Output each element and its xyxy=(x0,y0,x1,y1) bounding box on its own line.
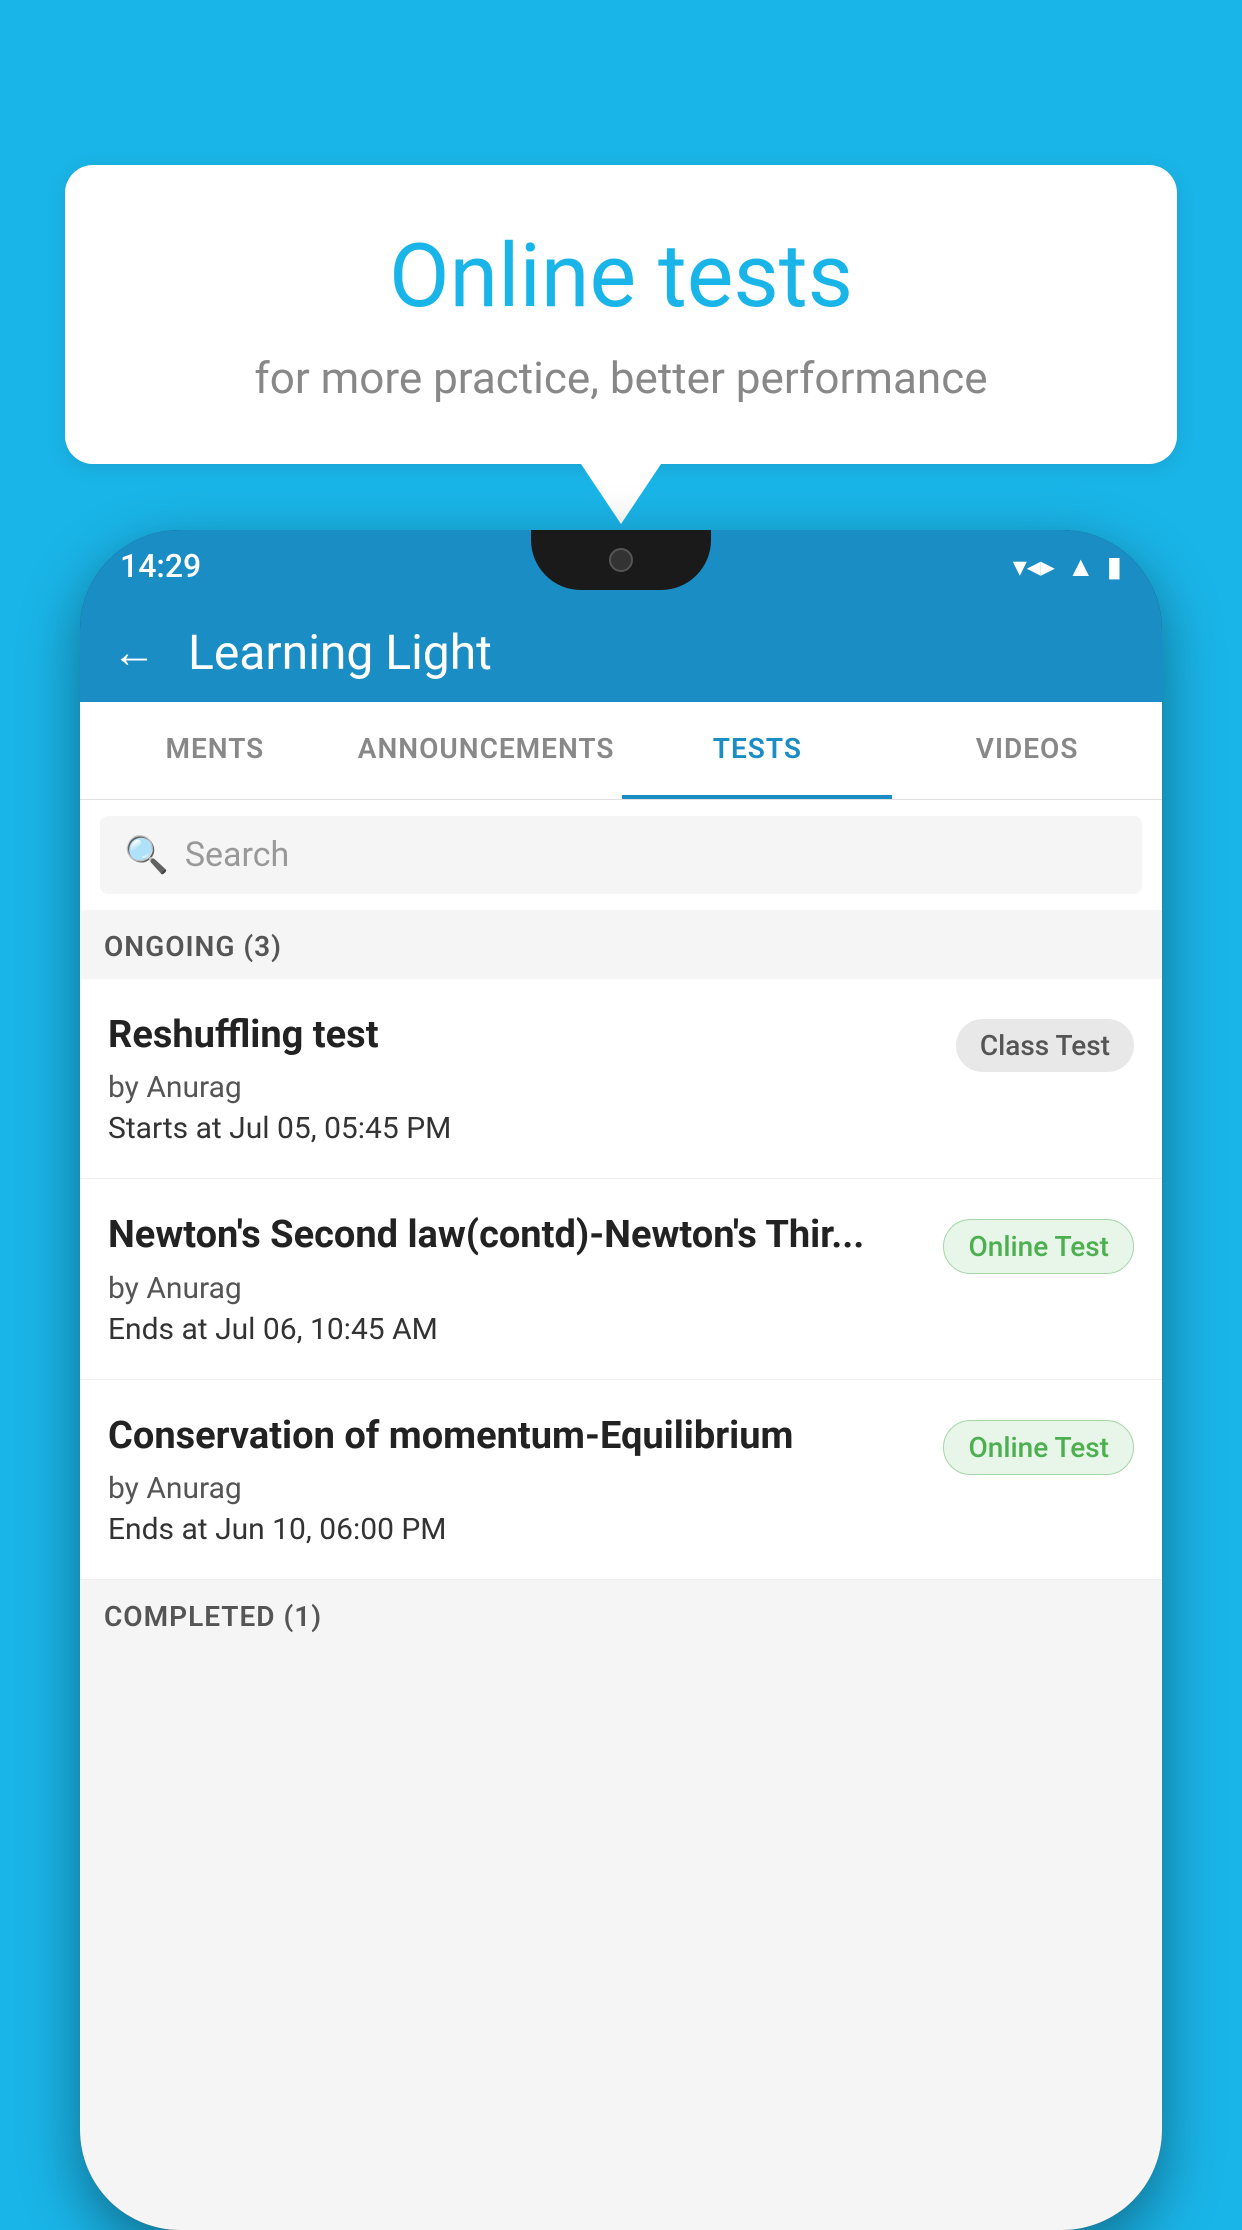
status-icons: ▾◂▸ ▲ ▮ xyxy=(1013,550,1122,583)
tabs-bar: MENTS ANNOUNCEMENTS TESTS VIDEOS xyxy=(80,702,1162,800)
test-item[interactable]: Conservation of momentum-Equilibrium by … xyxy=(80,1380,1162,1580)
front-camera xyxy=(609,548,633,572)
status-time: 14:29 xyxy=(120,547,201,585)
test-badge-class: Class Test xyxy=(956,1019,1134,1072)
test-date-label: Ends at xyxy=(108,1312,208,1347)
test-author: by Anurag xyxy=(108,1070,936,1105)
signal-icon: ▲ xyxy=(1067,550,1095,583)
test-info: Newton's Second law(contd)-Newton's Thir… xyxy=(108,1211,923,1346)
test-name: Conservation of momentum-Equilibrium xyxy=(108,1412,923,1461)
test-info: Conservation of momentum-Equilibrium by … xyxy=(108,1412,923,1547)
speech-bubble-subtitle: for more practice, better performance xyxy=(145,352,1097,404)
tab-videos[interactable]: VIDEOS xyxy=(892,702,1162,799)
search-bar[interactable]: 🔍 Search xyxy=(100,816,1142,894)
ongoing-section-label: ONGOING (3) xyxy=(80,910,1162,979)
status-bar: 14:29 ▾◂▸ ▲ ▮ xyxy=(80,530,1162,602)
test-author: by Anurag xyxy=(108,1471,923,1506)
tab-ments[interactable]: MENTS xyxy=(80,702,350,799)
test-badge-online: Online Test xyxy=(943,1219,1134,1274)
speech-bubble-arrow xyxy=(581,464,661,524)
tab-tests[interactable]: TESTS xyxy=(622,702,892,799)
speech-bubble-container: Online tests for more practice, better p… xyxy=(65,165,1177,524)
test-name: Reshuffling test xyxy=(108,1011,936,1060)
speech-bubble-title: Online tests xyxy=(145,225,1097,328)
tab-announcements[interactable]: ANNOUNCEMENTS xyxy=(350,702,623,799)
test-name: Newton's Second law(contd)-Newton's Thir… xyxy=(108,1211,923,1260)
completed-section-label: COMPLETED (1) xyxy=(80,1580,1162,1649)
battery-icon: ▮ xyxy=(1107,550,1122,583)
phone-frame: 14:29 ▾◂▸ ▲ ▮ ← Learning Light MENTS ANN… xyxy=(80,530,1162,2230)
test-author: by Anurag xyxy=(108,1271,923,1306)
wifi-icon: ▾◂▸ xyxy=(1013,550,1055,583)
test-date-value: Jul 06, 10:45 AM xyxy=(215,1312,438,1347)
test-date: Ends at Jun 10, 06:00 PM xyxy=(108,1512,923,1547)
test-date-label: Starts at xyxy=(108,1111,222,1146)
phone-notch xyxy=(531,530,711,590)
app-title: Learning Light xyxy=(188,624,492,681)
speech-bubble: Online tests for more practice, better p… xyxy=(65,165,1177,464)
phone-screen: 🔍 Search ONGOING (3) Reshuffling test by… xyxy=(80,800,1162,2230)
test-info: Reshuffling test by Anurag Starts at Jul… xyxy=(108,1011,936,1146)
search-icon: 🔍 xyxy=(124,834,169,876)
test-date-value: Jun 10, 06:00 PM xyxy=(215,1512,446,1547)
test-date-value: Jul 05, 05:45 PM xyxy=(229,1111,451,1146)
search-bar-container: 🔍 Search xyxy=(80,800,1162,910)
test-date: Starts at Jul 05, 05:45 PM xyxy=(108,1111,936,1146)
test-date-label: Ends at xyxy=(108,1512,208,1547)
test-item[interactable]: Reshuffling test by Anurag Starts at Jul… xyxy=(80,979,1162,1179)
test-date: Ends at Jul 06, 10:45 AM xyxy=(108,1312,923,1347)
test-badge-online-2: Online Test xyxy=(943,1420,1134,1475)
test-item[interactable]: Newton's Second law(contd)-Newton's Thir… xyxy=(80,1179,1162,1379)
search-placeholder: Search xyxy=(185,835,289,875)
test-list: Reshuffling test by Anurag Starts at Jul… xyxy=(80,979,1162,1580)
back-button[interactable]: ← xyxy=(112,626,156,678)
app-header: ← Learning Light xyxy=(80,602,1162,702)
